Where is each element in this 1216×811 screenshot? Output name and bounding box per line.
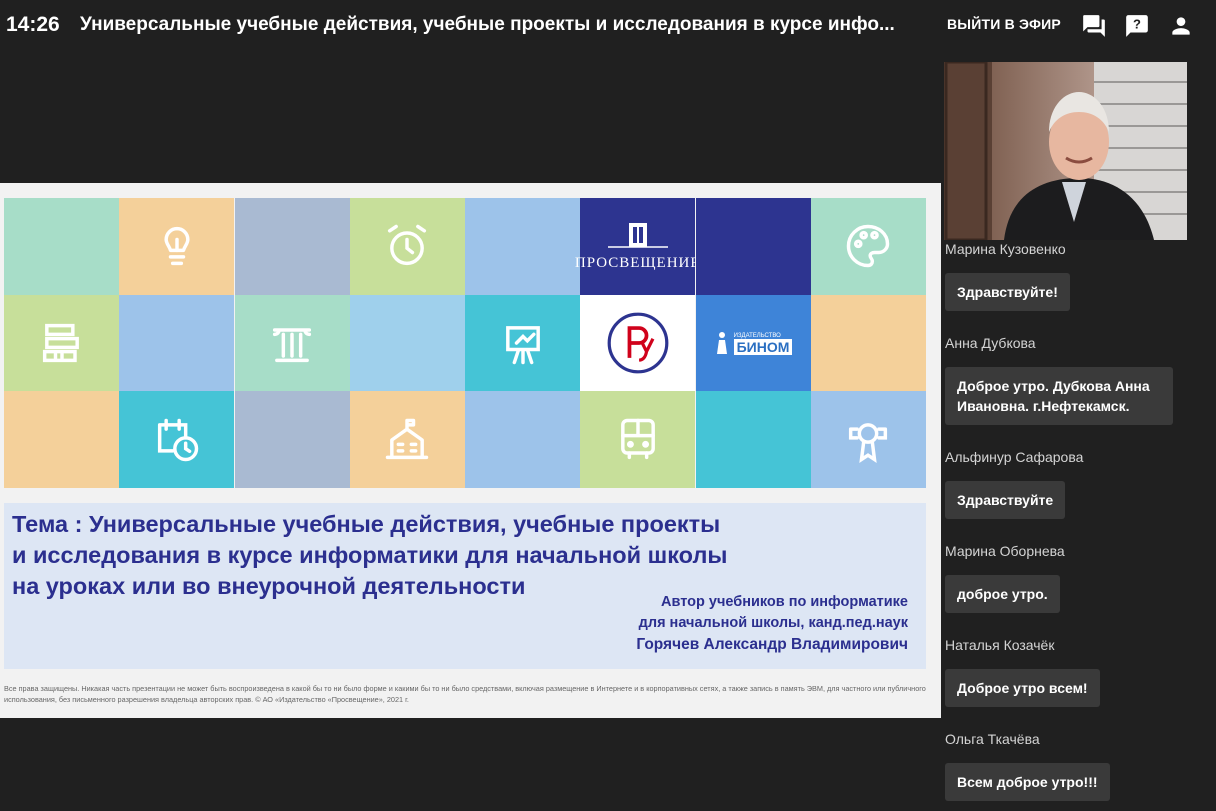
tile: [695, 391, 811, 489]
tile: [234, 294, 350, 392]
theme-heading: Тема : Универсальные учебные действия, у…: [12, 509, 832, 602]
reader-icon: [716, 332, 727, 355]
tile: [580, 391, 696, 489]
chat-author: Анна Дубкова: [945, 335, 1036, 351]
tile: [349, 391, 465, 489]
tile: [810, 294, 926, 392]
chat-author: Ольга Ткачёва: [945, 731, 1040, 747]
chat-author: Наталья Козачёк: [945, 637, 1055, 653]
chat-message: Здравствуйте!: [945, 273, 1070, 311]
tile: [4, 391, 119, 489]
award-icon: [849, 422, 888, 463]
tile-grid: ПРОСВЕЩЕНИЕ ИЗДАТЕЛЬСТВО БИНОМ: [4, 198, 926, 489]
help-icon[interactable]: ?: [1124, 13, 1150, 39]
author-info: Автор учебников по информатике для начал…: [636, 592, 908, 655]
ru-logo-tile: [580, 294, 696, 392]
palette-icon: [847, 225, 890, 268]
books-icon: [42, 323, 79, 363]
chat-message: Доброе утро всем!: [945, 669, 1100, 707]
tile: [119, 198, 235, 295]
tile: [695, 198, 811, 295]
top-bar: 14:26 Универсальные учебные действия, уч…: [0, 0, 1216, 52]
clock: 14:26: [6, 13, 60, 36]
stream-title: Универсальные учебные действия, учебные …: [80, 14, 895, 35]
tile: [349, 198, 465, 295]
theme-box: Тема : Универсальные учебные действия, у…: [4, 503, 926, 669]
author-line: для начальной школы, канд.пед.наук: [638, 615, 908, 631]
bus-icon: [620, 418, 655, 459]
tile: [4, 294, 119, 392]
theme-line: на уроках или во внеурочной деятельности: [12, 573, 526, 599]
speaker-video-frame: [944, 62, 1187, 240]
lightbulb-icon: [164, 227, 190, 266]
chat-author: Альфинур Сафарова: [945, 449, 1084, 465]
chat-author: Марина Кузовенко: [945, 241, 1066, 257]
binom-label: БИНОМ: [733, 339, 793, 356]
chat-icon[interactable]: [1081, 13, 1107, 39]
author-line: Автор учебников по информатике: [661, 594, 908, 610]
school-icon: [385, 418, 429, 459]
chat-message: Здравствуйте: [945, 481, 1066, 519]
tile: [234, 198, 350, 295]
chat-message: доброе утро.: [945, 575, 1060, 613]
webcam-video: [944, 62, 1187, 240]
chat-message: Доброе утро. Дубкова Анна Ивановна. г.Не…: [945, 367, 1173, 425]
prosv-logo-icon: [607, 222, 668, 248]
tile: [234, 391, 350, 489]
column-icon: [272, 328, 312, 363]
ru-logo-icon: [607, 312, 669, 374]
go-live-button[interactable]: ВЫЙТИ В ЭФИР: [947, 16, 1061, 32]
author-name: Горячев Александр Владимирович: [636, 636, 908, 653]
tile: [349, 294, 465, 392]
presentation-slide: ПРОСВЕЩЕНИЕ ИЗДАТЕЛЬСТВО БИНОМ Тема: Ун…: [0, 183, 941, 718]
binom-logo: ИЗДАТЕЛЬСТВО БИНОМ: [714, 331, 793, 356]
tile: [465, 198, 580, 295]
chat-message: Всем доброе утро!!!: [945, 763, 1110, 801]
copyright-notice: Все права защищены. Никакая часть презен…: [4, 684, 926, 704]
chat-panel: Марина Кузовенко Здравствуйте! Анна Дубк…: [944, 240, 1216, 811]
prosv-logo-text: ПРОСВЕЩЕНИЕ: [574, 254, 701, 271]
chat-author: Марина Оборнева: [945, 543, 1065, 559]
tile: [465, 294, 580, 392]
tile: [119, 294, 235, 392]
tile: [119, 391, 235, 489]
tile: [810, 198, 926, 295]
tile: [465, 391, 580, 489]
easel-icon: [505, 326, 540, 365]
alarm-clock-icon: [388, 225, 427, 266]
prosv-logo-tile: ПРОСВЕЩЕНИЕ: [575, 198, 700, 295]
calendar-clock-icon: [157, 418, 198, 461]
svg-text:?: ?: [1133, 17, 1141, 32]
theme-line: и исследования в курсе информатики для н…: [12, 542, 728, 568]
tile: [810, 391, 926, 489]
theme-line: Тема : Универсальные учебные действия, у…: [12, 511, 721, 537]
account-icon[interactable]: [1168, 13, 1194, 39]
tile: [4, 198, 119, 295]
binom-logo-tile: ИЗДАТЕЛЬСТВО БИНОМ: [695, 294, 811, 392]
